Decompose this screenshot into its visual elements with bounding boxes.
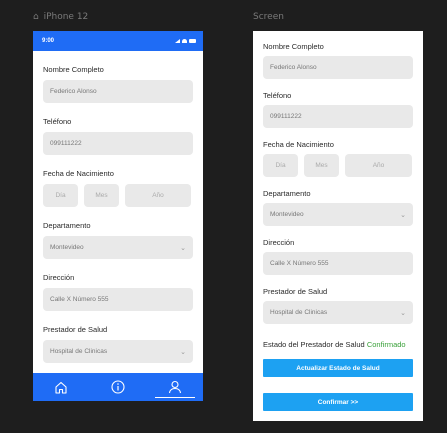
status-icons: [175, 39, 196, 43]
chevron-down-icon: ⌄: [400, 309, 406, 317]
nombre-field[interactable]: Federico Alonso: [263, 56, 413, 79]
home-icon: [55, 381, 67, 394]
direccion-label: Dirección: [43, 273, 75, 282]
dia-field[interactable]: Día: [263, 154, 298, 177]
telefono-field[interactable]: 099111222: [43, 132, 193, 155]
frame-label-screen: Screen: [253, 12, 284, 22]
screen-frame: Nombre Completo Federico Alonso Teléfono…: [253, 31, 423, 421]
departamento-value: Montevideo: [270, 211, 304, 218]
frame-title-iphone: iPhone 12: [43, 12, 89, 22]
fecha-row: Día Mes Año: [263, 154, 413, 177]
actualizar-estado-button[interactable]: Actualizar Estado de Salud: [263, 359, 413, 377]
fecha-label: Fecha de Nacimiento: [263, 140, 334, 149]
prestador-select[interactable]: Hospital de Clinicas ⌄: [43, 340, 193, 363]
direccion-field[interactable]: Calle X Número 555: [263, 252, 413, 275]
dia-field[interactable]: Día: [43, 184, 78, 207]
prestador-select[interactable]: Hospital de Clinicas ⌄: [263, 301, 413, 324]
chevron-down-icon: ⌄: [180, 348, 186, 356]
departamento-select[interactable]: Montevideo ⌄: [43, 236, 193, 259]
departamento-select[interactable]: Montevideo ⌄: [263, 203, 413, 226]
estado-line: Estado del Prestador de Salud Confirmado: [263, 340, 413, 349]
estado-label: Estado del Prestador de Salud: [263, 340, 365, 349]
telefono-field[interactable]: 099111222: [263, 105, 413, 128]
ano-field[interactable]: Año: [345, 154, 412, 177]
departamento-value: Montevideo: [50, 244, 84, 251]
info-icon: [111, 380, 125, 394]
prestador-value: Hospital de Clinicas: [270, 309, 328, 316]
chevron-down-icon: ⌄: [400, 211, 406, 219]
status-time: 9:00: [42, 38, 55, 44]
frame-home-icon: ⌂: [33, 12, 39, 22]
phone-form: Nombre Completo Federico Alonso Teléfono…: [33, 65, 203, 385]
prestador-value: Hospital de Clinicas: [50, 348, 108, 355]
telefono-label: Teléfono: [263, 91, 292, 100]
user-icon: [168, 380, 181, 394]
nombre-label: Nombre Completo: [43, 65, 104, 74]
status-bar: 9:00: [33, 31, 203, 51]
departamento-label: Departamento: [263, 189, 311, 198]
tab-info[interactable]: [96, 373, 140, 401]
tab-bar: [33, 373, 203, 401]
fecha-row: Día Mes Año: [43, 184, 193, 207]
departamento-label: Departamento: [43, 221, 91, 230]
chevron-down-icon: ⌄: [180, 244, 186, 252]
direccion-label: Dirección: [263, 238, 295, 247]
mes-field[interactable]: Mes: [304, 154, 339, 177]
prestador-label: Prestador de Salud: [263, 287, 328, 296]
telefono-label: Teléfono: [43, 117, 72, 126]
frame-label-iphone: ⌂ iPhone 12: [33, 12, 88, 22]
battery-icon: [189, 39, 196, 43]
iphone-frame: 9:00 Nombre Completo Federico Alonso Tel…: [33, 31, 203, 401]
prestador-label: Prestador de Salud: [43, 325, 108, 334]
signal-icon: [175, 39, 180, 43]
nombre-field[interactable]: Federico Alonso: [43, 80, 193, 103]
nombre-label: Nombre Completo: [263, 42, 324, 51]
mes-field[interactable]: Mes: [84, 184, 119, 207]
tab-profile[interactable]: [153, 373, 197, 401]
direccion-field[interactable]: Calle X Número 555: [43, 288, 193, 311]
estado-value: Confirmado: [366, 340, 406, 349]
ano-field[interactable]: Año: [125, 184, 191, 207]
confirmar-button[interactable]: Confirmar >>: [263, 393, 413, 411]
fecha-label: Fecha de Nacimiento: [43, 169, 114, 178]
tab-home[interactable]: [39, 373, 83, 401]
wifi-icon: [182, 39, 187, 43]
